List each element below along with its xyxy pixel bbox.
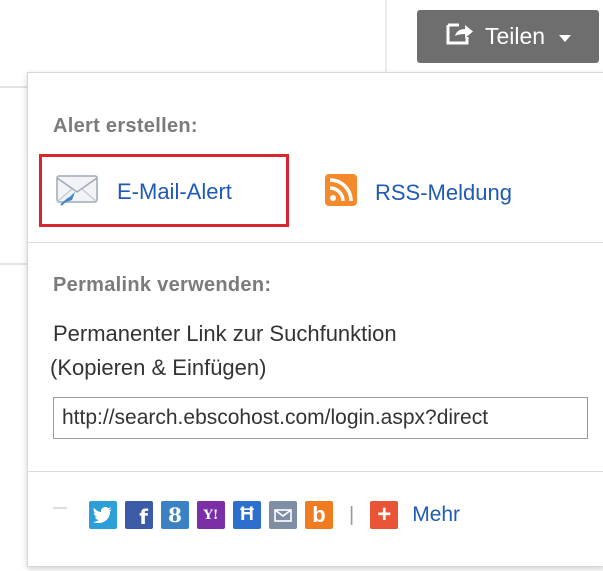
- twitter-icon[interactable]: [89, 501, 117, 529]
- rss-label: RSS-Meldung: [375, 180, 512, 205]
- plus-icon[interactable]: +: [370, 501, 399, 529]
- email-alert-icon: [55, 172, 99, 212]
- background-divider: [0, 86, 27, 88]
- yahoo-icon[interactable]: Y!: [197, 501, 225, 529]
- facebook-icon[interactable]: f: [125, 501, 153, 529]
- delicious-icon[interactable]: [53, 501, 81, 529]
- alert-heading: Alert erstellen:: [53, 115, 198, 137]
- share-dropdown-panel: Alert erstellen: E-Mail-Alert RSS-Meldun…: [27, 72, 603, 567]
- permalink-description-line2: (Kopieren & Einfügen): [50, 355, 267, 380]
- separator: |: [349, 503, 355, 526]
- hatena-icon[interactable]: Ħ: [233, 501, 261, 529]
- background-divider: [385, 0, 387, 72]
- email-share-icon[interactable]: [269, 501, 297, 529]
- share-label: Teilen: [484, 23, 546, 49]
- more-link[interactable]: Mehr: [412, 503, 460, 527]
- blogger-icon[interactable]: b: [305, 501, 333, 529]
- chevron-down-icon: [559, 34, 572, 42]
- section-divider: [28, 242, 603, 243]
- rss-icon: [325, 174, 357, 212]
- email-alert-link[interactable]: E-Mail-Alert: [55, 172, 232, 212]
- google-icon[interactable]: 8: [161, 501, 189, 529]
- share-icon: [445, 22, 475, 52]
- email-alert-label: E-Mail-Alert: [117, 179, 232, 204]
- section-divider: [28, 471, 603, 472]
- social-share-row: f 8 Y! Ħ b | + Mehr: [53, 500, 460, 530]
- share-button[interactable]: Teilen: [417, 10, 599, 63]
- rss-alert-link[interactable]: RSS-Meldung: [325, 174, 512, 212]
- background-divider: [0, 263, 27, 265]
- permalink-url-field[interactable]: [53, 397, 588, 439]
- permalink-heading: Permalink verwenden:: [53, 274, 272, 296]
- permalink-description-line1: Permanenter Link zur Suchfunktion: [53, 321, 397, 346]
